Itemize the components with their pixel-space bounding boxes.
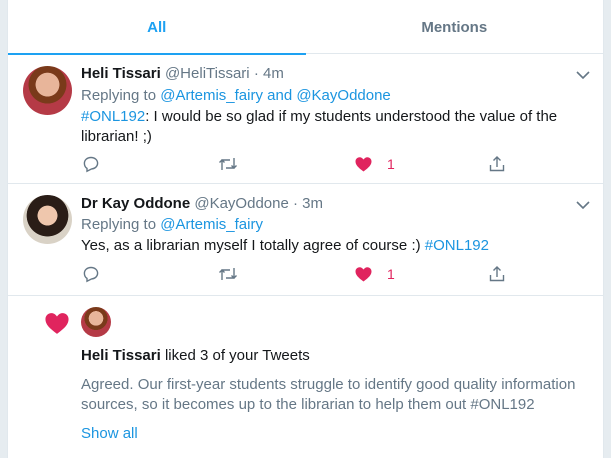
avatar[interactable] xyxy=(23,195,72,244)
notification-summary: Heli Tissari liked 3 of your Tweets xyxy=(81,347,310,364)
retweet-button[interactable] xyxy=(218,264,238,284)
replying-to: Replying to @Artemis_fairy xyxy=(81,216,263,233)
reply-icon xyxy=(83,266,99,283)
notification-tabs: All Mentions xyxy=(8,0,604,55)
tweet-header: Dr Kay Oddone @KayOddone · 3m xyxy=(81,195,323,212)
share-button[interactable] xyxy=(488,154,506,174)
author-handle[interactable]: @KayOddone xyxy=(194,195,288,212)
heart-icon xyxy=(355,157,372,172)
tweet-time[interactable]: 3m xyxy=(302,195,323,212)
author-name[interactable]: Dr Kay Oddone xyxy=(81,195,190,212)
retweet-icon xyxy=(219,268,237,280)
heart-icon xyxy=(45,313,69,334)
author-handle[interactable]: @HeliTissari xyxy=(165,65,250,82)
reply-button[interactable] xyxy=(82,264,100,284)
tab-all[interactable]: All xyxy=(8,0,306,55)
tweet-header: Heli Tissari @HeliTissari · 4m xyxy=(81,65,284,82)
retweet-button[interactable] xyxy=(218,154,238,174)
replying-to-link[interactable]: @Artemis_fairy xyxy=(160,216,263,233)
retweet-icon xyxy=(219,158,237,170)
like-count: 1 xyxy=(387,266,395,282)
like-count: 1 xyxy=(387,156,395,172)
like-button[interactable]: 1 xyxy=(354,264,395,284)
like-notification[interactable]: Heli Tissari liked 3 of your Tweets Agre… xyxy=(8,296,603,458)
hashtag-link[interactable]: #ONL192 xyxy=(425,237,489,254)
like-button[interactable]: 1 xyxy=(354,154,395,174)
avatar[interactable] xyxy=(81,307,111,337)
heart-icon xyxy=(355,267,372,282)
actor-name[interactable]: Heli Tissari xyxy=(81,347,161,364)
avatar[interactable] xyxy=(23,66,72,115)
hashtag-link[interactable]: #ONL192 xyxy=(81,108,145,125)
share-icon xyxy=(489,156,505,172)
chevron-down-icon[interactable] xyxy=(574,66,592,84)
replying-to-link[interactable]: @Artemis_fairy and @KayOddone xyxy=(160,87,391,104)
tab-mentions[interactable]: Mentions xyxy=(306,0,604,54)
tweet-text: Yes, as a librarian myself I totally agr… xyxy=(81,237,489,254)
liked-tweet-preview[interactable]: Agreed. Our first-year students struggle… xyxy=(81,375,596,415)
tweet-kay[interactable]: Dr Kay Oddone @KayOddone · 3m Replying t… xyxy=(8,184,603,296)
tweet-text: #ONL192: I would be so glad if my studen… xyxy=(81,108,558,145)
share-button[interactable] xyxy=(488,264,506,284)
notifications-panel: All Mentions Heli Tissari @HeliTissari ·… xyxy=(7,0,604,458)
chevron-down-icon[interactable] xyxy=(574,196,592,214)
replying-to: Replying to @Artemis_fairy and @KayOddon… xyxy=(81,87,391,104)
reply-button[interactable] xyxy=(82,154,100,174)
author-name[interactable]: Heli Tissari xyxy=(81,65,161,82)
tweet-time[interactable]: 4m xyxy=(263,65,284,82)
tweet-heli[interactable]: Heli Tissari @HeliTissari · 4m Replying … xyxy=(8,54,603,184)
reply-icon xyxy=(83,156,99,173)
show-all-link[interactable]: Show all xyxy=(81,425,138,442)
share-icon xyxy=(489,266,505,282)
